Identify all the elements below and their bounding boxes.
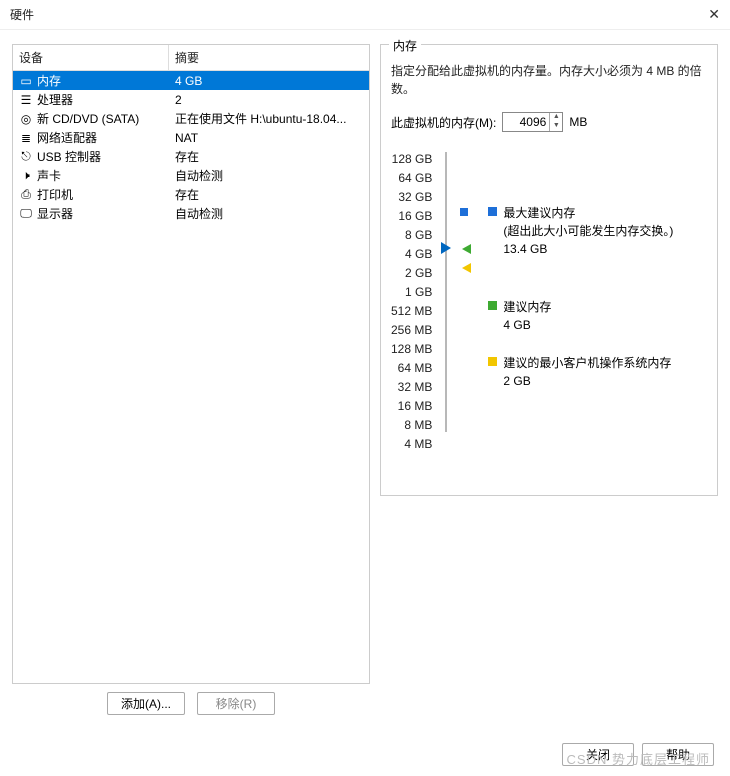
marker-max-icon bbox=[460, 208, 468, 216]
spin-up-icon[interactable]: ▲ bbox=[550, 113, 562, 122]
slider-thumb-icon[interactable] bbox=[441, 242, 451, 254]
tick-label: 4 MB bbox=[391, 435, 432, 454]
memory-label: 此虚拟机的内存(M): bbox=[391, 114, 496, 131]
panel-title: 内存 bbox=[389, 37, 421, 54]
sound-icon: 🕨 bbox=[17, 168, 35, 183]
device-summary: NAT bbox=[169, 131, 369, 145]
tick-label: 64 MB bbox=[391, 359, 432, 378]
device-row-memory[interactable]: ▭内存4 GB bbox=[13, 71, 369, 90]
legend-min-value: 2 GB bbox=[503, 372, 671, 390]
spin-down-icon[interactable]: ▼ bbox=[550, 122, 562, 131]
legend-rec-value: 4 GB bbox=[503, 316, 551, 334]
tick-label: 128 MB bbox=[391, 340, 432, 359]
device-summary: 自动检测 bbox=[169, 167, 369, 184]
nic-icon: ≣ bbox=[17, 131, 35, 145]
legend-rec-title: 建议内存 bbox=[503, 298, 551, 316]
memory-panel: 内存 指定分配给此虚拟机的内存量。内存大小必须为 4 MB 的倍数。 此虚拟机的… bbox=[380, 44, 718, 496]
legend-max-value: 13.4 GB bbox=[503, 240, 673, 258]
tick-label: 4 GB bbox=[391, 245, 432, 264]
tick-label: 32 MB bbox=[391, 378, 432, 397]
device-name: 处理器 bbox=[35, 91, 169, 108]
add-button[interactable]: 添加(A)... bbox=[107, 692, 185, 715]
remove-button[interactable]: 移除(R) bbox=[197, 692, 275, 715]
device-table: 设备 摘要 ▭内存4 GB☰处理器2◎新 CD/DVD (SATA)正在使用文件… bbox=[12, 44, 370, 684]
display-icon: 🖵 bbox=[17, 206, 35, 221]
legend-rec-swatch-icon bbox=[488, 301, 497, 310]
device-row-printer[interactable]: ⎙打印机存在 bbox=[13, 185, 369, 204]
device-row-disc[interactable]: ◎新 CD/DVD (SATA)正在使用文件 H:\ubuntu-18.04..… bbox=[13, 109, 369, 128]
device-summary: 4 GB bbox=[169, 74, 369, 88]
tick-label: 256 MB bbox=[391, 321, 432, 340]
memory-spinner[interactable]: ▲ ▼ bbox=[502, 112, 563, 132]
slider-ticks: 128 GB64 GB32 GB16 GB8 GB4 GB2 GB1 GB512… bbox=[391, 150, 438, 454]
tick-label: 512 MB bbox=[391, 302, 432, 321]
legend-max-sub: (超出此大小可能发生内存交换。) bbox=[503, 222, 673, 240]
legend-min-swatch-icon bbox=[488, 357, 497, 366]
printer-icon: ⎙ bbox=[17, 187, 35, 202]
col-summary[interactable]: 摘要 bbox=[169, 45, 369, 70]
device-summary: 存在 bbox=[169, 186, 369, 203]
device-name: 声卡 bbox=[35, 167, 169, 184]
device-summary: 存在 bbox=[169, 148, 369, 165]
usb-icon: ⎋ bbox=[17, 149, 35, 164]
device-row-display[interactable]: 🖵显示器自动检测 bbox=[13, 204, 369, 223]
device-name: USB 控制器 bbox=[35, 148, 169, 165]
device-name: 新 CD/DVD (SATA) bbox=[35, 110, 169, 127]
device-row-nic[interactable]: ≣网络适配器NAT bbox=[13, 128, 369, 147]
memory-desc: 指定分配给此虚拟机的内存量。内存大小必须为 4 MB 的倍数。 bbox=[391, 62, 707, 98]
tick-label: 8 GB bbox=[391, 226, 432, 245]
memory-input[interactable] bbox=[503, 114, 549, 130]
tick-label: 16 GB bbox=[391, 207, 432, 226]
device-row-sound[interactable]: 🕨声卡自动检测 bbox=[13, 166, 369, 185]
window-title: 硬件 bbox=[10, 6, 34, 23]
device-summary: 自动检测 bbox=[169, 205, 369, 222]
memory-unit: MB bbox=[569, 115, 587, 129]
legend-max-swatch-icon bbox=[488, 207, 497, 216]
tick-label: 64 GB bbox=[391, 169, 432, 188]
device-name: 内存 bbox=[35, 72, 169, 89]
disc-icon: ◎ bbox=[17, 112, 35, 126]
device-row-cpu[interactable]: ☰处理器2 bbox=[13, 90, 369, 109]
legend-min-title: 建议的最小客户机操作系统内存 bbox=[503, 354, 671, 372]
tick-label: 2 GB bbox=[391, 264, 432, 283]
tick-label: 16 MB bbox=[391, 397, 432, 416]
tick-label: 8 MB bbox=[391, 416, 432, 435]
tick-label: 128 GB bbox=[391, 150, 432, 169]
device-summary: 正在使用文件 H:\ubuntu-18.04... bbox=[169, 110, 369, 127]
device-name: 打印机 bbox=[35, 186, 169, 203]
device-row-usb[interactable]: ⎋USB 控制器存在 bbox=[13, 147, 369, 166]
marker-min-icon bbox=[462, 263, 471, 273]
close-button[interactable]: 关闭 bbox=[562, 743, 634, 766]
legend-max-title: 最大建议内存 bbox=[503, 204, 673, 222]
memory-icon: ▭ bbox=[17, 74, 35, 88]
help-button[interactable]: 帮助 bbox=[642, 743, 714, 766]
memory-slider[interactable] bbox=[438, 150, 454, 454]
cpu-icon: ☰ bbox=[17, 93, 35, 107]
marker-rec-icon bbox=[462, 244, 471, 254]
tick-label: 1 GB bbox=[391, 283, 432, 302]
col-device[interactable]: 设备 bbox=[13, 45, 169, 70]
device-summary: 2 bbox=[169, 93, 369, 107]
device-name: 网络适配器 bbox=[35, 129, 169, 146]
device-name: 显示器 bbox=[35, 205, 169, 222]
close-icon[interactable]: ✕ bbox=[708, 6, 720, 23]
tick-label: 32 GB bbox=[391, 188, 432, 207]
